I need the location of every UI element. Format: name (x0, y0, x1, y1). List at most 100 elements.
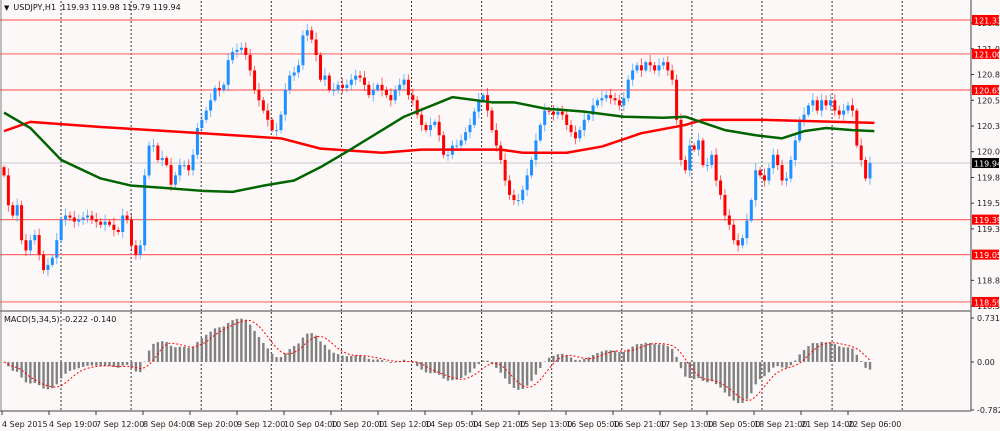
candle-bear (411, 95, 415, 101)
candle-bear (723, 194, 727, 216)
macd-histogram-bar (530, 361, 533, 381)
macd-histogram-bar (59, 361, 63, 379)
macd-histogram-bar (785, 361, 788, 368)
candle-bull (710, 154, 714, 166)
candle-bear (319, 54, 323, 80)
macd-histogram-bar (205, 334, 208, 362)
candle-bear (758, 170, 762, 176)
macd-histogram-bar (394, 361, 397, 363)
candle-bull (173, 175, 177, 185)
candle-bull (292, 72, 296, 76)
candle-bear (37, 235, 41, 255)
candle-bear (675, 79, 679, 120)
candle-bear (367, 84, 371, 96)
macd-histogram-bar (24, 361, 28, 383)
candle-bull (288, 75, 292, 90)
macd-histogram-bar (341, 355, 344, 362)
macd-histogram-bar (583, 358, 586, 362)
candle-bear (165, 157, 169, 166)
macd-histogram-bar (350, 355, 353, 362)
macd-histogram-bar (86, 361, 89, 366)
candle-bull (455, 145, 459, 147)
macd-histogram-bar (613, 350, 617, 362)
macd-histogram-bar (569, 357, 573, 362)
candle-bull (178, 165, 182, 176)
candle-bear (129, 219, 133, 246)
candle-bear (424, 124, 428, 131)
candle-bull (138, 245, 142, 255)
macd-histogram-bar (376, 359, 379, 362)
macd-histogram-bar (851, 348, 854, 362)
candle-bull (55, 240, 59, 258)
level-badge: 118.59 (974, 298, 1000, 307)
macd-histogram-bar (657, 344, 661, 362)
candle-bull (147, 145, 151, 176)
current-price-badge: 119.94 (974, 160, 1000, 169)
macd-histogram-bar (789, 361, 793, 366)
candle-bear (116, 229, 120, 232)
ohlc-values: 119.93 119.98 119.79 119.94 (61, 3, 181, 12)
macd-histogram-bar (240, 318, 243, 362)
candle-bear (442, 135, 446, 155)
price-tick-label: 120.05 (977, 148, 1000, 157)
candle-bear (362, 77, 366, 85)
time-axis-label: 4 Sep 2015 (2, 420, 48, 429)
macd-histogram-bar (266, 348, 269, 362)
time-axis-label: 14 Sep 21:00 (472, 420, 525, 429)
candle-bear (727, 215, 731, 225)
macd-histogram-bar (328, 349, 331, 362)
candle-bull (323, 75, 327, 80)
macd-histogram-bar (275, 357, 278, 362)
time-axis-label: 21 Sep 14:00 (801, 420, 854, 429)
macd-histogram-bar (15, 361, 19, 372)
macd-histogram-bar (512, 361, 516, 388)
price-tick-label: 119.55 (977, 199, 1000, 208)
macd-histogram-bar (565, 355, 568, 362)
macd-signal-line (3, 319, 871, 401)
macd-histogram-bar (200, 338, 204, 362)
candle-bull (393, 89, 397, 101)
macd-histogram-bar (767, 361, 771, 373)
macd-histogram-bar (358, 355, 362, 362)
level-badge: 121.33 (974, 17, 1000, 26)
candle-bear (833, 100, 837, 111)
candle-bear (112, 224, 116, 230)
candle-bear (613, 98, 617, 101)
macd-histogram-bar (864, 361, 867, 368)
macd-histogram-bar (121, 361, 124, 366)
candle-bear (340, 84, 344, 88)
candle-bear (24, 240, 28, 251)
candle-bear (565, 114, 569, 125)
candle-bull (402, 79, 406, 85)
triangle-down-icon[interactable]: ▼ (4, 4, 9, 12)
candle-bull (64, 215, 68, 220)
candle-bull (103, 221, 107, 225)
candle-bull (275, 130, 279, 132)
price-tick-label: 119.30 (977, 225, 1000, 234)
macd-histogram-bar (345, 356, 349, 362)
candle-bear (406, 79, 410, 96)
macd-histogram-bar (319, 341, 322, 362)
macd-histogram-bar (292, 346, 296, 362)
macd-histogram-bar (90, 361, 94, 366)
candle-bear (358, 75, 362, 78)
time-axis-label: 17 Sep 13:00 (660, 420, 713, 429)
candle-bear (736, 240, 740, 246)
candle-bull (635, 65, 639, 71)
candle-bull (371, 89, 375, 96)
candle-bull (644, 62, 648, 71)
time-axis-label: 15 Sep 13:00 (519, 420, 572, 429)
candle-bull (868, 163, 872, 179)
candle-bull (534, 140, 538, 160)
chart-window[interactable]: 121.30121.05120.80120.55120.30120.05119.… (0, 0, 1000, 431)
macd-histogram-bar (288, 349, 291, 362)
candle-bear (617, 100, 621, 106)
macd-histogram-bar (798, 354, 801, 362)
candle-bull (459, 140, 463, 146)
price-chart[interactable]: 121.30121.05120.80120.55120.30120.05119.… (0, 0, 1000, 431)
macd-histogram-bar (587, 357, 590, 362)
macd-histogram-bar (354, 355, 357, 362)
macd-histogram-bar (244, 320, 247, 362)
macd-histogram-bar (622, 351, 626, 362)
candle-bull (28, 240, 32, 251)
